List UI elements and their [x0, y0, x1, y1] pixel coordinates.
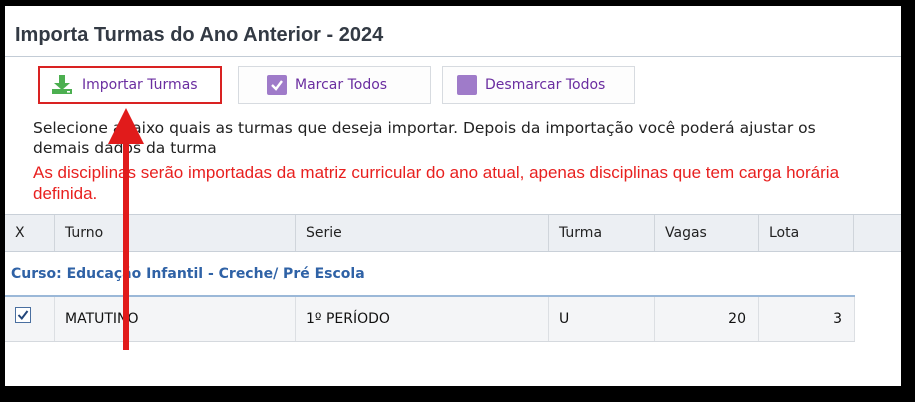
- row-checkbox[interactable]: [15, 307, 31, 323]
- checkmark-icon: [17, 310, 29, 321]
- cell-lota: 3: [759, 297, 855, 341]
- column-header-turno[interactable]: Turno: [55, 215, 296, 251]
- cell-turno: MATUTINO: [55, 297, 296, 341]
- row-select-cell: [5, 297, 55, 341]
- checkbox-empty-icon: [457, 75, 477, 95]
- import-dialog: Importa Turmas do Ano Anterior - 2024 Im…: [5, 6, 901, 386]
- unmark-all-button[interactable]: Desmarcar Todos: [442, 66, 635, 104]
- cell-serie: 1º PERÍODO: [296, 297, 549, 341]
- table-row[interactable]: MATUTINO 1º PERÍODO U 20 3: [5, 295, 855, 342]
- cell-vagas: 20: [655, 297, 759, 341]
- group-header-course: Curso: Educação Infantil - Creche/ Pré E…: [11, 266, 365, 282]
- title-divider: [5, 56, 901, 57]
- column-header-turma[interactable]: Turma: [549, 215, 655, 251]
- cell-turma: U: [549, 297, 655, 341]
- unmark-all-label: Desmarcar Todos: [485, 77, 606, 93]
- import-turmas-button[interactable]: Importar Turmas: [38, 66, 222, 104]
- import-turmas-label: Importar Turmas: [82, 77, 198, 93]
- column-header-serie[interactable]: Serie: [296, 215, 549, 251]
- mark-all-label: Marcar Todos: [295, 77, 388, 93]
- download-icon: [52, 75, 72, 94]
- column-header-vagas[interactable]: Vagas: [655, 215, 759, 251]
- page-title: Importa Turmas do Ano Anterior - 2024: [15, 24, 384, 46]
- warning-text: As disciplinas serão importadas da matri…: [33, 163, 840, 203]
- checkbox-checked-icon: [267, 75, 287, 95]
- mark-all-button[interactable]: Marcar Todos: [238, 66, 431, 104]
- column-header-lota[interactable]: Lota: [759, 215, 854, 251]
- column-header-x[interactable]: X: [5, 215, 55, 251]
- instructions-text: Selecione abaixo quais as turmas que des…: [33, 119, 816, 157]
- table-header: X Turno Serie Turma Vagas Lota: [5, 214, 901, 252]
